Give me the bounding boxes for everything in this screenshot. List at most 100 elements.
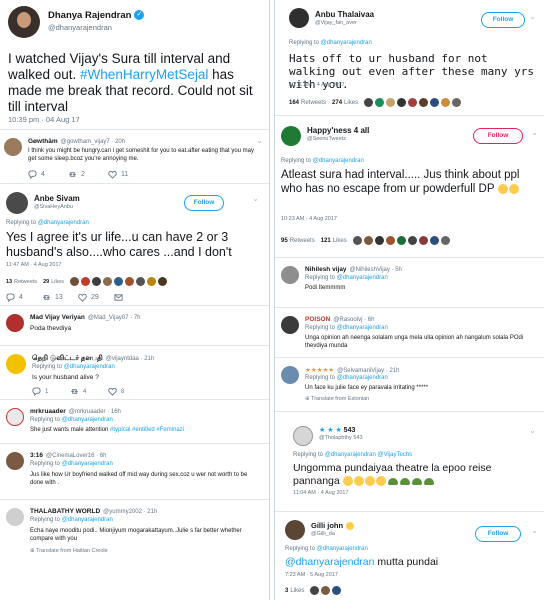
liker-avatars[interactable] xyxy=(70,277,169,286)
replying-to: Replying to @dhanyarajendran xyxy=(30,417,113,423)
avatar[interactable] xyxy=(281,266,299,284)
avatar[interactable] xyxy=(281,316,299,334)
retweet-button[interactable]: 4 xyxy=(70,387,108,396)
mention-link[interactable]: @dhanyarajendran xyxy=(337,325,388,331)
reply-text: She just wants male attention #typical #… xyxy=(30,427,185,433)
avatar[interactable] xyxy=(6,314,24,332)
avatar[interactable] xyxy=(289,8,309,28)
reply-text: Yes I agree it's ur life...u can have 2 … xyxy=(6,230,232,259)
mention-link[interactable]: @dhanyarajendran xyxy=(317,546,368,552)
translate-link[interactable]: ⊕ Translate from Haitian Creole xyxy=(30,548,108,554)
replying-to: Replying to @dhanyarajendran xyxy=(30,517,113,523)
retweet-button[interactable]: 13 xyxy=(42,293,78,302)
author-handle[interactable]: @SeenuTweetz xyxy=(307,136,346,142)
chevron-down-icon[interactable]: ⌄ xyxy=(529,426,536,435)
author-handle[interactable]: @dhanyarajendran xyxy=(48,23,112,32)
tweet-actions: 4 13 29 xyxy=(6,293,150,302)
reply-button[interactable]: 4 xyxy=(6,293,42,302)
mention-link[interactable]: @dhanyarajendran xyxy=(62,461,113,467)
follow-button[interactable]: Follow xyxy=(473,128,523,144)
chevron-down-icon[interactable]: ⌄ xyxy=(252,194,259,203)
author-name[interactable]: Mad Vijay Veriyan @Mad_Vijay07 · 7h xyxy=(30,314,141,321)
reply-button[interactable]: 1 xyxy=(32,387,70,396)
turtle-emoji xyxy=(423,477,434,485)
author-handle[interactable]: @Tholaphthy 543 xyxy=(319,435,363,441)
avatar[interactable] xyxy=(8,6,40,38)
chevron-down-icon[interactable]: ⌄ xyxy=(531,526,538,535)
mention-link[interactable]: @dhanyarajendran xyxy=(62,517,113,523)
tweet-timestamp[interactable]: 11:04 AM · 4 Aug 2017 xyxy=(293,490,349,496)
mention-link[interactable]: @dhanyarajendran xyxy=(321,40,372,46)
chevron-down-icon[interactable]: ⌄ xyxy=(531,128,538,137)
mention-link[interactable]: @dhanyarajendran xyxy=(64,364,115,370)
mention-link[interactable]: @dhanyarajendran xyxy=(38,220,89,226)
translate-link[interactable]: ⊕ Translate from Estonian xyxy=(305,396,369,402)
like-button[interactable]: 11 xyxy=(108,170,148,179)
avatar[interactable] xyxy=(6,354,26,374)
mention-link[interactable]: @dhanyarajendran xyxy=(313,158,364,164)
avatar[interactable] xyxy=(6,508,24,526)
like-button[interactable]: 8 xyxy=(108,387,146,396)
avatar[interactable] xyxy=(6,192,28,214)
retweet-icon xyxy=(43,295,50,300)
avatar[interactable] xyxy=(293,426,313,446)
replying-to: Replying to @dhanyarajendran xyxy=(285,546,368,552)
message-button[interactable] xyxy=(114,293,150,302)
avatar[interactable] xyxy=(4,138,22,156)
reply-3-16: 3:16 @CinemaLover16 · 6h Replying to @dha… xyxy=(0,448,269,500)
author-name[interactable]: Dhanya Rajendran ✓ xyxy=(48,10,145,21)
author-name[interactable]: 3:16 @CinemaLover16 · 6h xyxy=(30,452,106,459)
author-name[interactable]: ★ ★ ★ 543 xyxy=(319,426,355,434)
avatar[interactable] xyxy=(285,520,305,540)
author-name[interactable]: THALABATHY WORLD @yummy2002 · 21h xyxy=(30,508,157,515)
mention-link[interactable]: @dhanyarajendran xyxy=(62,417,113,423)
tweet-timestamp[interactable]: 10:11 AM · 4 Aug 2017 xyxy=(289,82,345,88)
author-name[interactable]: Anbe Sivam xyxy=(34,194,80,203)
author-name[interactable]: Gilli john xyxy=(311,521,354,531)
mention-link[interactable]: @dhanyarajendran xyxy=(337,375,388,381)
retweet-icon xyxy=(69,172,76,177)
retweet-button[interactable]: 2 xyxy=(68,170,108,179)
tweet-timestamp[interactable]: 10:23 AM · 4 Aug 2017 xyxy=(281,216,337,222)
author-name[interactable]: POISON @Rasoolvj · 6h xyxy=(305,316,374,323)
avatar[interactable] xyxy=(6,452,24,470)
author-name[interactable]: Gøwthäm @gowtham_vijay7 · 20h xyxy=(28,138,125,145)
author-handle[interactable]: @Gilli_da xyxy=(311,531,335,537)
turtle-emoji xyxy=(399,477,410,485)
tweet-timestamp[interactable]: 10:39 pm · 04 Aug 17 xyxy=(8,115,80,124)
author-handle[interactable]: @Vijay_fan_aver xyxy=(315,20,357,26)
hashtag-link[interactable]: #WhenHarryMetSejal xyxy=(80,67,208,82)
chevron-down-icon[interactable]: ⌄ xyxy=(529,12,536,21)
liker-avatars[interactable] xyxy=(352,236,452,245)
verified-icon: ✓ xyxy=(134,10,145,21)
reply-text: Un face ku julie face ey paravala irrita… xyxy=(305,385,429,391)
reply-button[interactable]: 4 xyxy=(28,170,68,179)
avatar[interactable] xyxy=(281,126,301,146)
laughing-emoji xyxy=(365,476,376,487)
chevron-down-icon[interactable]: ⌄ xyxy=(256,136,263,145)
author-name[interactable]: தெறி டுவிட்டர் தளபதி @vijayntdaa · 21h xyxy=(32,354,154,363)
author-name[interactable]: Anbu Thalaivaa xyxy=(315,10,374,19)
author-handle[interactable]: @SivaHeyAnbu xyxy=(34,204,73,210)
mention-link[interactable]: @dhanyarajendran @VijayTechs xyxy=(325,452,412,458)
follow-button[interactable]: Follow xyxy=(184,195,224,211)
liker-avatars[interactable] xyxy=(364,98,463,107)
tweet-timestamp[interactable]: 7:23 AM · 5 Aug 2017 xyxy=(285,572,338,578)
follow-button[interactable]: Follow xyxy=(475,526,521,542)
author-name[interactable]: Happy'ness 4 all xyxy=(307,126,369,135)
author-name[interactable]: Nihilesh vijay @NihileshVijay · 5h xyxy=(305,266,402,273)
follow-button[interactable]: Follow xyxy=(481,12,525,28)
avatar[interactable] xyxy=(6,408,24,426)
tweet-timestamp[interactable]: 11:47 AM · 4 Aug 2017 xyxy=(6,262,62,268)
laughing-emoji xyxy=(376,476,387,487)
replying-to: Replying to @dhanyarajendran xyxy=(32,364,115,370)
sad-face-emoji xyxy=(498,183,508,194)
liker-avatars[interactable] xyxy=(310,586,343,595)
mention-link[interactable]: @dhanyarajendran xyxy=(337,275,388,281)
mention-link[interactable]: @dhanyarajendran xyxy=(285,556,374,568)
like-button[interactable]: 29 xyxy=(78,293,114,302)
author-name[interactable]: mrkruaader @mrkruaader · 16h xyxy=(30,408,121,415)
avatar[interactable] xyxy=(281,366,299,384)
hashtag-links[interactable]: #typical #entitled #Feminazi xyxy=(110,427,184,433)
author-name[interactable]: ★★★★★ @SelvamaniVijay · 21h xyxy=(305,366,399,374)
